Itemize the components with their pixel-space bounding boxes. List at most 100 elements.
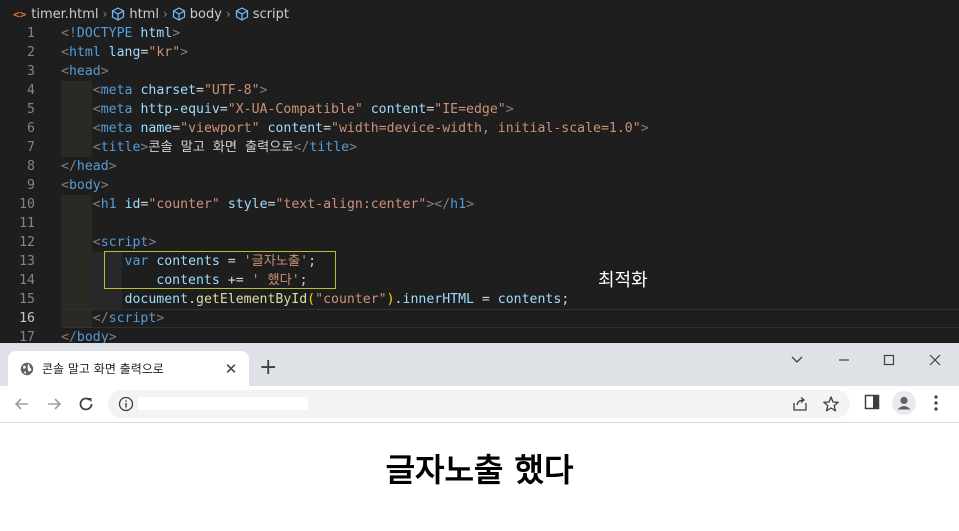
code-line[interactable]: 8 </head>: [0, 157, 959, 176]
code-token: document: [124, 292, 189, 307]
code-text[interactable]: <meta http-equiv="X-UA-Compatible" conte…: [61, 100, 514, 119]
code-line[interactable]: 2 <html lang="kr">: [0, 43, 959, 62]
code-token: h1: [100, 197, 117, 212]
code-token: </: [293, 140, 310, 155]
window-close-icon[interactable]: [925, 351, 945, 369]
code-line[interactable]: 14 contents += ' 했다';: [0, 271, 959, 290]
code-token: meta: [100, 102, 133, 117]
code-token: script: [108, 311, 157, 326]
code-line[interactable]: 5 <meta http-equiv="X-UA-Compatible" con…: [0, 100, 959, 119]
globe-icon: [20, 362, 34, 375]
code-token: >: [349, 140, 358, 155]
code-line[interactable]: 7 <title>콘솔 말고 화면 출력으로</title>: [0, 138, 959, 157]
breadcrumb-label: script: [252, 6, 289, 22]
code-token: >: [156, 311, 165, 326]
code-token: html: [140, 26, 173, 41]
chevron-down-icon[interactable]: [787, 351, 807, 369]
code-token: "UTF-8": [203, 83, 260, 98]
code-lines[interactable]: 1 <!DOCTYPE html> 2 <html lang="kr"> 3 <head>…: [0, 24, 959, 343]
code-token: </: [61, 330, 77, 343]
forward-arrow-icon[interactable]: [44, 394, 64, 414]
code-token: '글자노출': [243, 254, 309, 269]
code-text[interactable]: contents += ' 했다';: [61, 271, 307, 290]
browser-tab[interactable]: 콘솔 말고 화면 출력으로 ✕: [8, 351, 249, 386]
profile-avatar[interactable]: [892, 391, 916, 415]
indent-guide: [61, 214, 92, 233]
code-line[interactable]: 12 <script>: [0, 233, 959, 252]
code-token: script: [100, 235, 149, 250]
code-text[interactable]: </body>: [61, 328, 117, 343]
code-token: content: [267, 121, 324, 136]
code-token: "kr": [148, 45, 181, 60]
line-number: 17: [19, 330, 35, 343]
code-token: <: [92, 197, 101, 212]
code-text[interactable]: <head>: [61, 62, 109, 81]
code-text[interactable]: <meta name="viewport" content="width=dev…: [61, 119, 649, 138]
code-token: </: [92, 311, 109, 326]
line-number: 11: [19, 216, 35, 231]
code-text[interactable]: <!DOCTYPE html>: [61, 24, 180, 43]
code-line[interactable]: 10 <h1 id="counter" style="text-align:ce…: [0, 195, 959, 214]
code-text[interactable]: <meta charset="UTF-8">: [61, 81, 268, 100]
side-panel-icon[interactable]: [864, 394, 880, 410]
close-icon[interactable]: ✕: [223, 361, 239, 377]
code-text[interactable]: <title>콘솔 말고 화면 출력으로</title>: [61, 138, 357, 157]
code-token: <: [92, 121, 101, 136]
address-bar[interactable]: [108, 390, 850, 418]
code-token: style: [227, 197, 268, 212]
code-line[interactable]: 11: [0, 214, 959, 233]
line-number: 1: [27, 26, 35, 41]
code-text[interactable]: <body>: [61, 176, 109, 195]
star-icon[interactable]: [822, 395, 840, 413]
code-line[interactable]: 17 </body>: [0, 328, 959, 343]
code-line[interactable]: 16 </script>: [0, 309, 959, 328]
code-text[interactable]: </script>: [61, 309, 164, 328]
code-token: name: [140, 121, 173, 136]
code-text[interactable]: <script>: [61, 233, 157, 252]
breadcrumb-body[interactable]: body: [172, 7, 222, 22]
code-token: head: [76, 159, 109, 174]
code-line[interactable]: 1 <!DOCTYPE html>: [0, 24, 959, 43]
code-text[interactable]: document.getElementById("counter").inner…: [61, 290, 570, 309]
code-line[interactable]: 4 <meta charset="UTF-8">: [0, 81, 959, 100]
reload-icon[interactable]: [76, 394, 96, 414]
code-token: DOCTYPE: [76, 26, 133, 41]
code-line[interactable]: 3 <head>: [0, 62, 959, 81]
code-token: 콘솔 말고 화면 출력으로: [148, 140, 294, 155]
info-icon[interactable]: [118, 396, 134, 412]
code-token: .: [188, 292, 197, 307]
more-vert-icon[interactable]: [930, 393, 942, 413]
code-token: id: [124, 197, 141, 212]
code-line[interactable]: 6 <meta name="viewport" content="width=d…: [0, 119, 959, 138]
share-icon[interactable]: [791, 396, 809, 412]
breadcrumb-script[interactable]: script: [235, 7, 289, 22]
code-editor[interactable]: <> timer.html › html › body › script 1 <!…: [0, 0, 959, 343]
back-arrow-icon[interactable]: [12, 394, 32, 414]
line-number: 16: [19, 311, 35, 326]
code-token: content: [370, 102, 427, 117]
breadcrumb-html[interactable]: html: [111, 7, 159, 22]
code-text[interactable]: <html lang="kr">: [61, 43, 188, 62]
page-heading: 글자노출 했다: [385, 451, 574, 489]
code-line[interactable]: 15 document.getElementById("counter").in…: [0, 290, 959, 309]
code-token: "IE=edge": [434, 102, 506, 117]
code-text[interactable]: var contents = '글자노출';: [61, 252, 317, 271]
minimize-icon[interactable]: [834, 351, 854, 369]
code-token: ></: [426, 197, 451, 212]
code-token: >: [100, 64, 109, 79]
code-token: >: [148, 235, 157, 250]
breadcrumb-file[interactable]: <> timer.html: [0, 7, 99, 22]
code-token: http-equiv: [140, 102, 220, 117]
code-text[interactable]: <h1 id="counter" style="text-align:cente…: [61, 195, 474, 214]
maximize-icon[interactable]: [879, 351, 899, 369]
code-line[interactable]: 13 var contents = '글자노출';: [0, 252, 959, 271]
plus-icon[interactable]: +: [259, 357, 277, 379]
code-text[interactable]: </head>: [61, 157, 117, 176]
code-line[interactable]: 9 <body>: [0, 176, 959, 195]
